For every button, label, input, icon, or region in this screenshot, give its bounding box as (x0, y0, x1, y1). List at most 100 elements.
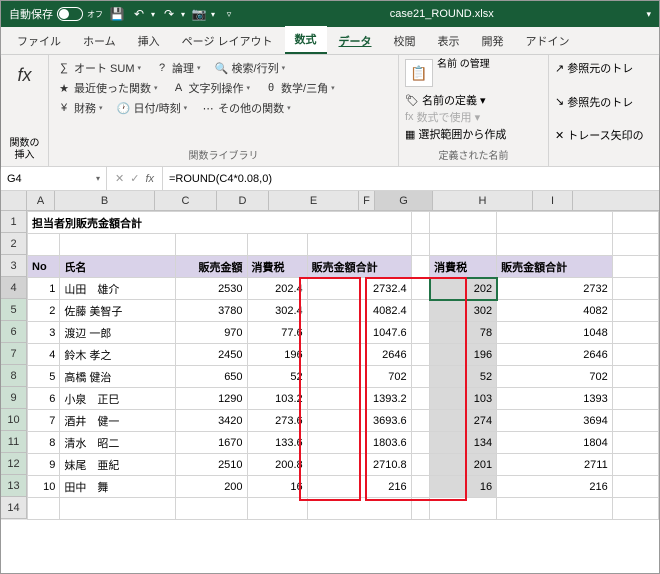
cell-total[interactable]: 3693.6 (307, 410, 411, 432)
sheet-title[interactable]: 担当者別販売金額合計 (28, 212, 412, 234)
cell-total[interactable]: 702 (307, 366, 411, 388)
row-header[interactable]: 4 (1, 277, 27, 299)
cell-name[interactable]: 高橋 健治 (60, 366, 176, 388)
cell-tax2[interactable]: 103 (430, 388, 497, 410)
cell-no[interactable]: 2 (28, 300, 60, 322)
cell-tax2[interactable]: 202 (430, 278, 497, 300)
cell-name[interactable]: 妹尾 亜紀 (60, 454, 176, 476)
cell-name[interactable]: 渡辺 一郎 (60, 322, 176, 344)
cell-tax[interactable]: 273.6 (247, 410, 307, 432)
cell-tax2[interactable]: 16 (430, 476, 497, 498)
cell-total[interactable]: 216 (307, 476, 411, 498)
undo-icon[interactable]: ↶ (131, 6, 147, 22)
cell-total2[interactable]: 4082 (497, 300, 613, 322)
header-name[interactable]: 氏名 (60, 256, 176, 278)
use-in-formula-button[interactable]: fx数式で使用 ▾ (405, 109, 542, 125)
row-header[interactable]: 10 (1, 409, 27, 431)
col-header[interactable]: F (359, 191, 375, 210)
cell-total2[interactable]: 216 (497, 476, 613, 498)
cell-total[interactable]: 1047.6 (307, 322, 411, 344)
cell-tax[interactable]: 16 (247, 476, 307, 498)
row-header[interactable]: 7 (1, 343, 27, 365)
cell-no[interactable]: 10 (28, 476, 60, 498)
tab-review[interactable]: 校閲 (384, 28, 426, 54)
cell-tax2[interactable]: 78 (430, 322, 497, 344)
cell-sales[interactable]: 3420 (175, 410, 247, 432)
header-tax[interactable]: 消費税 (247, 256, 307, 278)
cell-total2[interactable]: 1393 (497, 388, 613, 410)
col-header[interactable]: B (55, 191, 155, 210)
cell-tax[interactable]: 200.8 (247, 454, 307, 476)
formula-input[interactable]: =ROUND(C4*0.08,0) (163, 173, 278, 185)
row-header[interactable]: 3 (1, 255, 27, 277)
tab-addins[interactable]: アドイン (516, 28, 580, 54)
cell-sales[interactable]: 650 (175, 366, 247, 388)
row-header[interactable]: 2 (1, 233, 27, 255)
cell-sales[interactable]: 1670 (175, 432, 247, 454)
tab-data[interactable]: データ (329, 28, 382, 54)
cell-total[interactable]: 1803.6 (307, 432, 411, 454)
cell-tax[interactable]: 133.6 (247, 432, 307, 454)
cell-total2[interactable]: 2646 (497, 344, 613, 366)
trace-dependents-button[interactable]: ↘参照先のトレ (555, 93, 653, 111)
tab-view[interactable]: 表示 (428, 28, 470, 54)
ribbon-group-insert-function[interactable]: fx 関数の 挿入 (1, 55, 49, 166)
name-manager-icon[interactable]: 📋 (405, 59, 433, 87)
header-tax2[interactable]: 消費税 (430, 256, 497, 278)
cell-sales[interactable]: 2510 (175, 454, 247, 476)
cell-sales[interactable]: 970 (175, 322, 247, 344)
cell-no[interactable]: 4 (28, 344, 60, 366)
remove-arrows-button[interactable]: ✕トレース矢印の (555, 126, 653, 144)
col-header[interactable]: G (375, 191, 433, 210)
row-header[interactable]: 1 (1, 211, 27, 233)
col-header[interactable]: D (217, 191, 269, 210)
cell-tax[interactable]: 196 (247, 344, 307, 366)
cell-total2[interactable]: 2711 (497, 454, 613, 476)
create-from-selection-button[interactable]: ▦選択範囲から作成 (405, 126, 542, 142)
row-header[interactable]: 11 (1, 431, 27, 453)
more-fn-button[interactable]: ⋯その他の関数 ▾ (199, 99, 293, 117)
cell-name[interactable]: 鈴木 孝之 (60, 344, 176, 366)
math-button[interactable]: θ数学/三角 ▾ (262, 79, 337, 97)
cell-name[interactable]: 田中 舞 (60, 476, 176, 498)
cell-name[interactable]: 山田 雄介 (60, 278, 176, 300)
redo-icon[interactable]: ↷ (161, 6, 177, 22)
row-header[interactable]: 12 (1, 453, 27, 475)
col-header[interactable]: I (533, 191, 573, 210)
row-header[interactable]: 13 (1, 475, 27, 497)
header-total2[interactable]: 販売金額合計 (497, 256, 613, 278)
select-all-corner[interactable] (1, 191, 27, 210)
tab-insert[interactable]: 挿入 (128, 28, 170, 54)
camera-icon[interactable]: 📷 (191, 6, 207, 22)
cell-name[interactable]: 清水 昭二 (60, 432, 176, 454)
cell-tax[interactable]: 77.6 (247, 322, 307, 344)
row-header[interactable]: 5 (1, 299, 27, 321)
cell-sales[interactable]: 3780 (175, 300, 247, 322)
cell-no[interactable]: 7 (28, 410, 60, 432)
datetime-button[interactable]: 🕐日付/時刻 ▾ (115, 99, 190, 117)
define-name-button[interactable]: 🏷名前の定義 ▾ (405, 92, 542, 108)
row-header[interactable]: 6 (1, 321, 27, 343)
cell-tax[interactable]: 202.4 (247, 278, 307, 300)
cell-total[interactable]: 4082.4 (307, 300, 411, 322)
cell-sales[interactable]: 2450 (175, 344, 247, 366)
cell-total2[interactable]: 1804 (497, 432, 613, 454)
cell-tax[interactable]: 302.4 (247, 300, 307, 322)
cell-total2[interactable]: 1048 (497, 322, 613, 344)
cell-total2[interactable]: 2732 (497, 278, 613, 300)
autosave-toggle[interactable]: 自動保存 オフ (9, 6, 103, 22)
cell-no[interactable]: 6 (28, 388, 60, 410)
autosum-button[interactable]: ∑オート SUM ▾ (55, 59, 143, 77)
cell-tax2[interactable]: 201 (430, 454, 497, 476)
insert-fx-icon[interactable]: fx (145, 173, 154, 185)
row-header[interactable]: 9 (1, 387, 27, 409)
logical-button[interactable]: ?論理 ▾ (153, 59, 203, 77)
tab-home[interactable]: ホーム (73, 28, 126, 54)
col-header[interactable]: A (27, 191, 55, 210)
cell-total[interactable]: 2732.4 (307, 278, 411, 300)
name-box[interactable]: G4 ▾ (1, 167, 107, 190)
lookup-button[interactable]: 🔍検索/行列 ▾ (213, 59, 288, 77)
col-header[interactable]: E (269, 191, 359, 210)
col-header[interactable]: H (433, 191, 533, 210)
trace-precedents-button[interactable]: ↗参照元のトレ (555, 59, 653, 77)
